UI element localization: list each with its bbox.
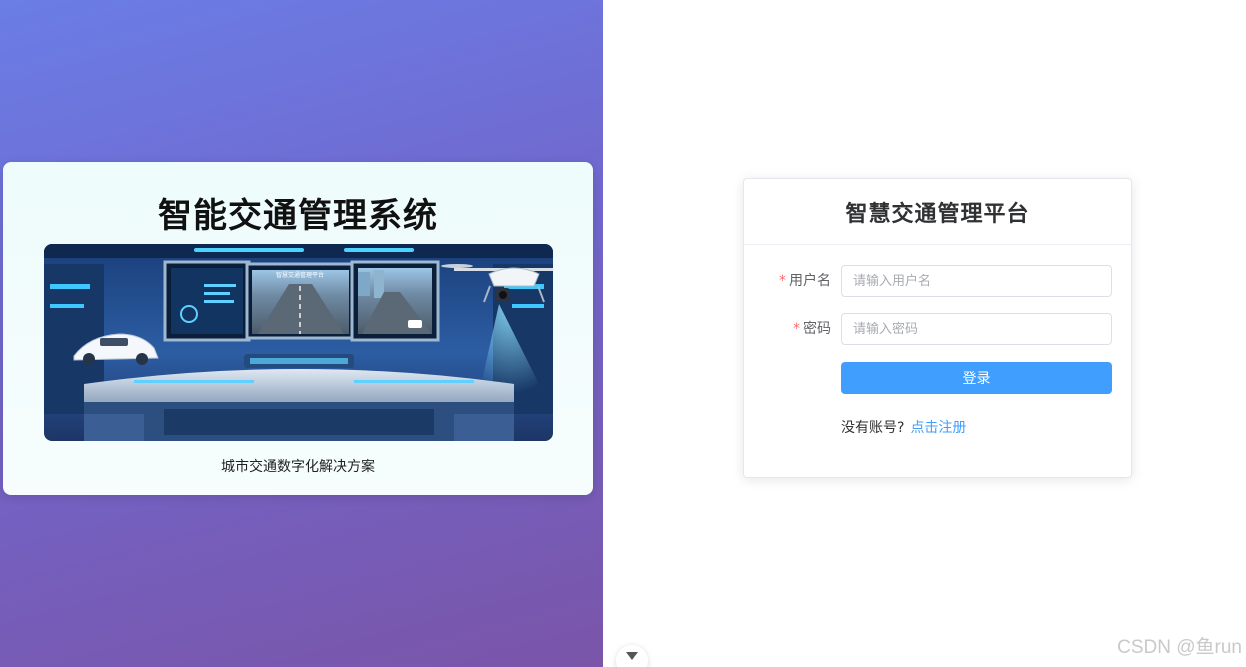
register-line: 没有账号? 点击注册 — [841, 417, 966, 437]
username-label: * 用户名 — [779, 265, 831, 297]
required-mark: * — [779, 273, 786, 289]
login-title: 智慧交通管理平台 — [845, 201, 1030, 227]
watermark: CSDN @鱼run — [1117, 637, 1242, 658]
register-prompt: 没有账号? — [841, 420, 905, 436]
login-card: 智慧交通管理平台 *用户名 *密码 登录 没有账号?点击注册 — [743, 178, 1132, 478]
required-mark: * — [793, 321, 800, 337]
left-gradient-panel: 智能交通管理系统 智慧交通管理平台 城市交通数字化解决方案 — [0, 0, 603, 667]
promo-title: 智能交通管理系统 — [158, 196, 438, 236]
password-input[interactable] — [841, 313, 1112, 345]
username-input[interactable] — [841, 265, 1112, 297]
login-header: 智慧交通管理平台 — [744, 179, 1131, 245]
scroll-toggle-button[interactable] — [616, 645, 648, 667]
password-label: * 密码 — [793, 313, 831, 345]
promo-card: 智能交通管理系统 智慧交通管理平台 城市交通数字化解决方案 — [3, 162, 593, 495]
login-button[interactable]: 登录 — [841, 362, 1112, 394]
control-center-illustration: 智慧交通管理平台 — [44, 244, 553, 441]
username-label-text: 用户名 — [789, 273, 831, 289]
password-label-text: 密码 — [803, 321, 831, 337]
promo-caption: 城市交通数字化解决方案 — [221, 459, 375, 475]
chevron-down-icon — [626, 652, 638, 660]
screen-header-text: 智慧交通管理平台 — [276, 271, 324, 279]
promo-illustration: 智慧交通管理平台 — [44, 244, 553, 441]
username-row: * 用户名 — [744, 265, 1133, 297]
register-link[interactable]: 点击注册 — [910, 420, 966, 436]
password-row: * 密码 — [744, 313, 1133, 345]
